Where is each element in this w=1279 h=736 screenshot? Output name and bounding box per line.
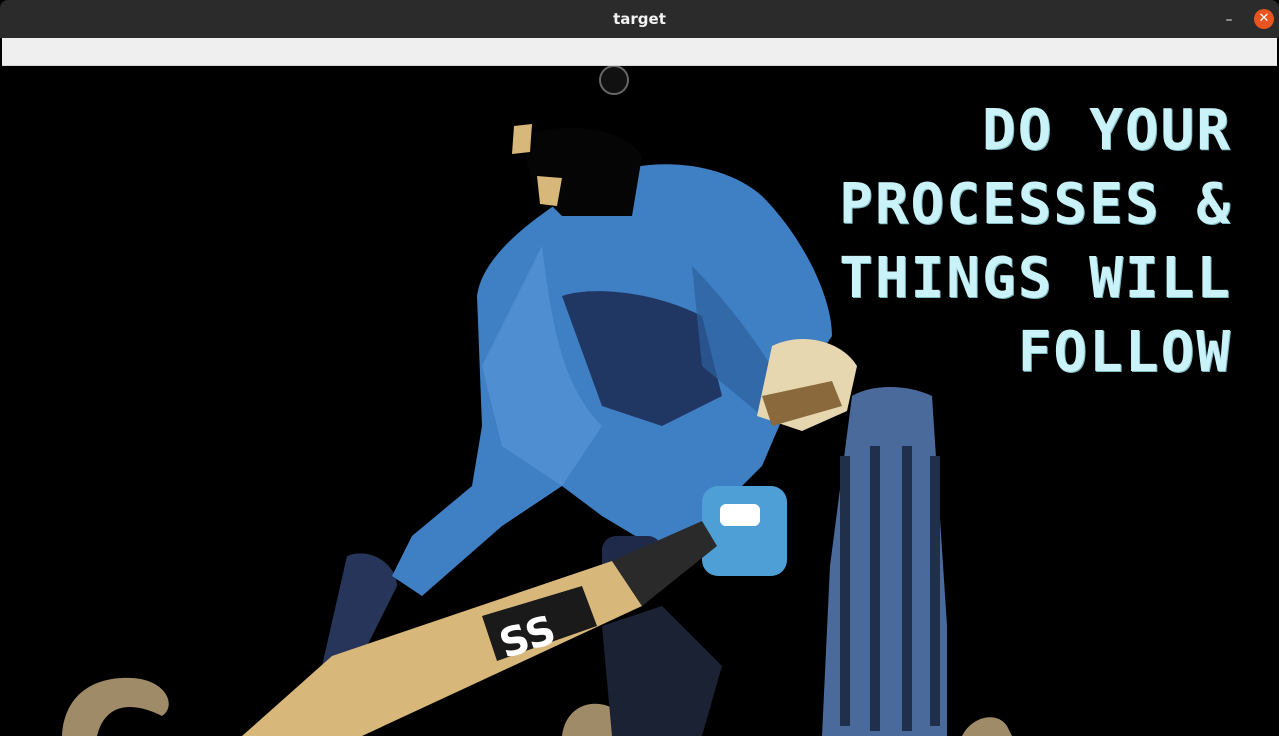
motivational-quote: DO YOUR PROCESSES & THINGS WILL FOLLOW xyxy=(802,94,1232,390)
helmet xyxy=(512,66,642,216)
stumps xyxy=(822,387,947,736)
window-title: target xyxy=(613,10,666,28)
quote-line: DO YOUR xyxy=(981,98,1232,163)
quote-line: THINGS WILL xyxy=(839,246,1232,311)
minimize-button[interactable]: – xyxy=(1218,9,1240,31)
window-toolbar xyxy=(2,38,1277,66)
quote-line: PROCESSES & xyxy=(839,172,1232,237)
quote-line: FOLLOW xyxy=(1017,320,1232,385)
image-canvas: SS DO YOUR PROCESSES & THINGS WILL FOLLO… xyxy=(2,66,1277,736)
window-titlebar: target – ✕ xyxy=(0,0,1279,38)
close-button[interactable]: ✕ xyxy=(1254,9,1274,29)
